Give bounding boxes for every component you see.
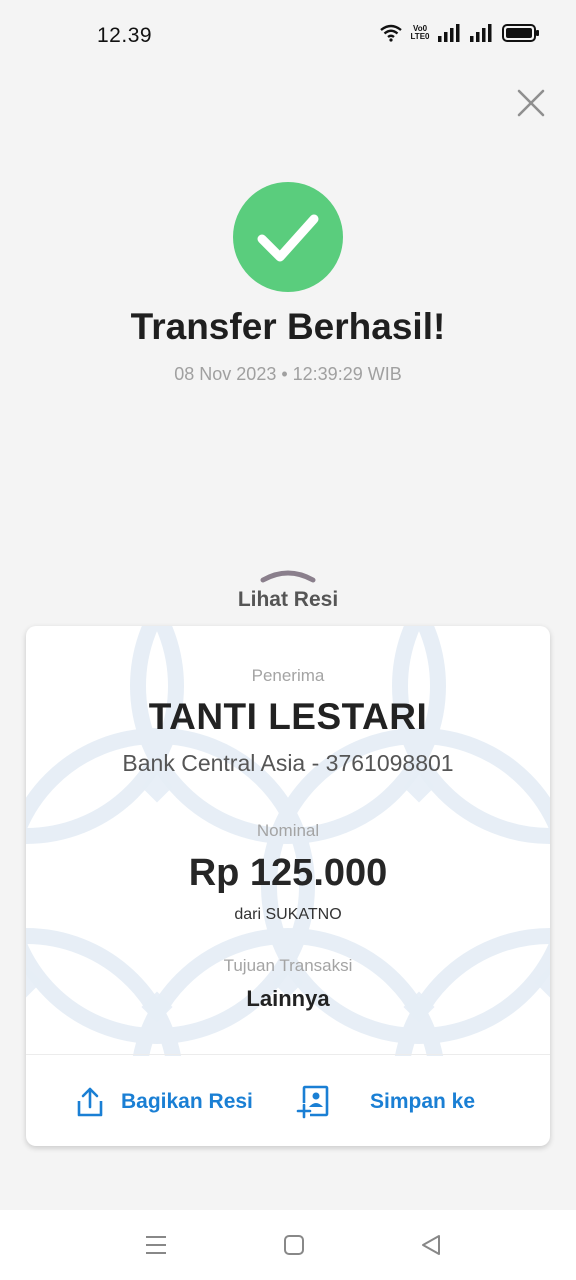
- save-to-button[interactable]: Simpan ke: [296, 1082, 475, 1122]
- receipt-details: Penerima TANTI LESTARI Bank Central Asia…: [26, 626, 550, 1056]
- status-time: 12.39: [97, 24, 153, 47]
- home-square-icon: [284, 1235, 304, 1255]
- close-icon: [517, 89, 545, 117]
- signal-icon: [470, 24, 492, 42]
- page-title: Transfer Berhasil!: [130, 306, 446, 347]
- amount-label: Nominal: [256, 821, 320, 840]
- chevron-up-icon: [260, 570, 316, 583]
- receipt-card: Penerima TANTI LESTARI Bank Central Asia…: [26, 626, 550, 1146]
- nav-home-button[interactable]: [281, 1232, 307, 1258]
- recipient-name: TANTI LESTARI: [148, 696, 428, 737]
- status-bar: 12.39 Vo0 LTE0: [0, 0, 576, 72]
- success-badge: [233, 182, 343, 292]
- recipient-label: Penerima: [251, 666, 325, 685]
- share-icon: [77, 1087, 103, 1117]
- volte-indicator: Vo0 LTE0: [410, 24, 430, 41]
- battery-icon: [502, 24, 539, 42]
- sender-name: dari SUKATNO: [234, 906, 342, 923]
- system-nav-bar: [0, 1210, 576, 1280]
- contact-add-icon: [296, 1085, 329, 1119]
- nav-menu-button[interactable]: [143, 1232, 169, 1258]
- menu-icon: [146, 1236, 166, 1254]
- view-receipt-toggle[interactable]: Lihat Resi: [188, 566, 388, 616]
- transaction-purpose: Lainnya: [246, 986, 330, 1011]
- transfer-amount: Rp 125.000: [188, 852, 388, 894]
- share-receipt-label: Bagikan Resi: [121, 1090, 253, 1113]
- close-button[interactable]: [514, 86, 548, 120]
- signal-icon: [438, 24, 460, 42]
- transfer-timestamp: 08 Nov 2023 • 12:39:29 WIB: [174, 364, 402, 384]
- purpose-label: Tujuan Transaksi: [223, 956, 353, 975]
- nav-back-button[interactable]: [418, 1232, 444, 1258]
- back-triangle-icon: [422, 1235, 440, 1255]
- wifi-icon: [380, 24, 402, 42]
- divider: [26, 1054, 550, 1055]
- status-icons: Vo0 LTE0: [380, 24, 540, 42]
- share-receipt-button[interactable]: Bagikan Resi: [73, 1082, 253, 1122]
- checkmark-icon: [257, 214, 319, 262]
- view-receipt-label: Lihat Resi: [237, 588, 339, 611]
- save-to-label: Simpan ke: [370, 1090, 476, 1113]
- recipient-bank-account: Bank Central Asia - 3761098801: [122, 750, 454, 776]
